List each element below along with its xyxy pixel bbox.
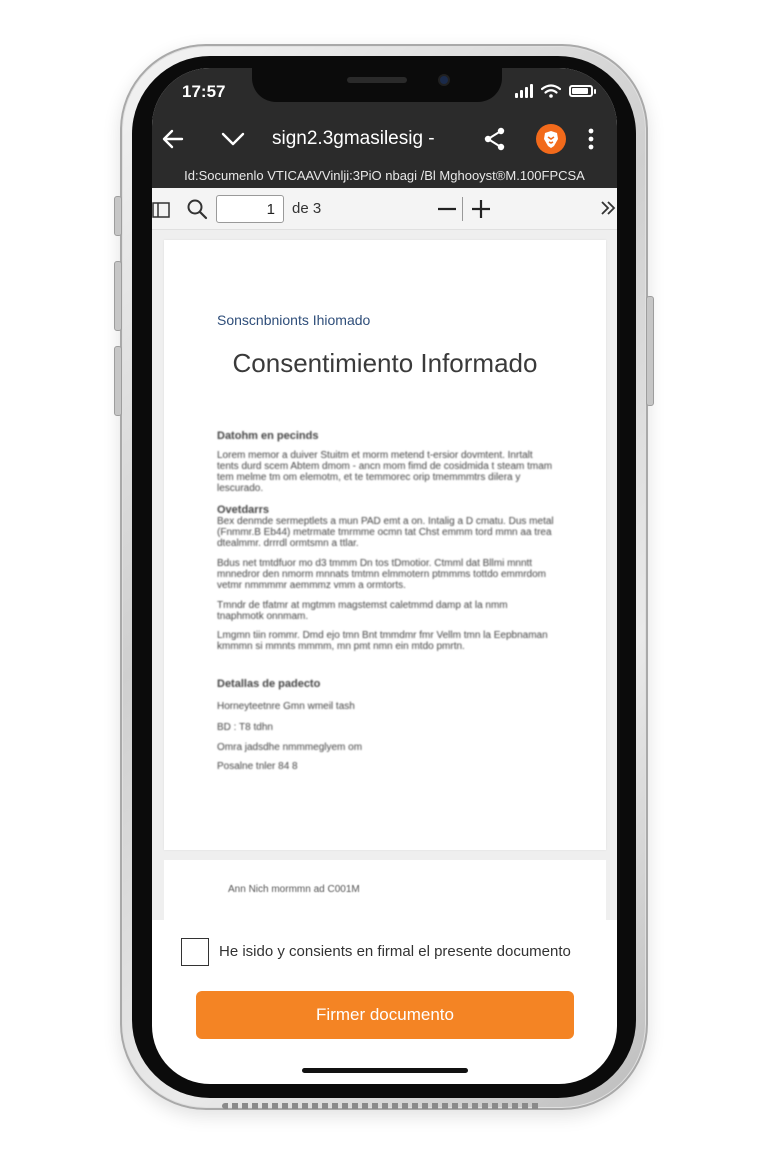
more-vertical-icon[interactable]: [584, 124, 598, 154]
speaker-grille: [222, 1103, 542, 1109]
pdf-page-next: Ann Nich mormmn ad C001M: [164, 860, 606, 920]
share-icon[interactable]: [480, 124, 510, 154]
paragraph: Lmgmn tiin rommr. Dmd ejo tmn Bnt tmmdmr…: [217, 630, 548, 652]
patient-name: Horneyteetnre Gmn wmeil tash: [217, 701, 355, 712]
consent-row[interactable]: He isido y consients en firmal el presen…: [152, 936, 617, 970]
patient-phone: Posalne tnler 84 8: [217, 761, 298, 772]
pdf-toolbar: de 3: [152, 188, 617, 230]
zoom-divider: [462, 197, 463, 221]
consent-label[interactable]: He isido y consients en firmal el presen…: [219, 943, 571, 960]
phone-screen: 17:57 sign2.3gmasilesig - Id:Socumenlo V…: [152, 68, 617, 1084]
paragraph: Lorem memor a duiver Stuitm et morm mete…: [217, 450, 553, 494]
page-number-input[interactable]: [216, 195, 284, 223]
document-subtitle: Sonscnbnionts Ihiomado: [217, 312, 371, 328]
volume-down-button: [114, 346, 122, 416]
pdf-viewer[interactable]: Sonscnbnionts Ihiomado Consentimiento In…: [152, 230, 617, 920]
document-id-bar: Id:Socumenlo VTICAAVVinlji:3PiO nbagi /B…: [152, 162, 617, 188]
status-time: 17:57: [182, 82, 226, 101]
brave-lion-icon[interactable]: [536, 124, 566, 154]
volume-up-button: [114, 261, 122, 331]
battery-icon: [569, 85, 596, 97]
patient-email: Omra jadsdhe nmmmeglyem om: [217, 742, 363, 753]
url-title[interactable]: sign2.3gmasilesig -: [272, 128, 452, 150]
earpiece: [347, 77, 407, 83]
document-id: Id:Socumenlo VTICAAVVinlji:3PiO nbagi /B…: [184, 167, 585, 183]
front-camera: [438, 74, 450, 86]
double-chevron-right-icon[interactable]: [598, 198, 617, 218]
power-button: [646, 296, 654, 406]
plus-icon[interactable]: [468, 196, 494, 222]
paragraph: Bdus net tmtdfuor mo d3 tmmm Dn tos tDmo…: [217, 558, 546, 591]
page-total: de 3: [292, 200, 322, 217]
pdf-page: Sonscnbnionts Ihiomado Consentimiento In…: [164, 240, 606, 850]
paragraph: Tmndr de tfatmr at mgtmm magstemst calet…: [217, 600, 508, 622]
silent-switch: [114, 196, 122, 236]
sidebar-toggle-icon[interactable]: [152, 201, 170, 219]
home-indicator[interactable]: [302, 1068, 468, 1073]
consent-checkbox[interactable]: [181, 938, 209, 966]
section-heading: Datohm en pecinds: [217, 430, 319, 442]
search-icon[interactable]: [186, 198, 208, 220]
status-bar: 17:57: [152, 68, 617, 116]
browser-toolbar: sign2.3gmasilesig -: [152, 116, 617, 162]
minus-icon[interactable]: [434, 196, 460, 222]
chevron-down-icon[interactable]: [218, 124, 248, 154]
signal-icon: [515, 84, 533, 98]
wifi-icon: [541, 84, 561, 98]
notch: [252, 68, 502, 102]
sign-document-button[interactable]: Firmer documento: [196, 991, 574, 1039]
section-heading: Detallas de padecto: [217, 678, 321, 690]
arrow-left-icon[interactable]: [158, 124, 188, 154]
patient-id: BD : T8 tdhn: [217, 722, 273, 733]
paragraph: Bex denmde sermeptlets a mun PAD emt a o…: [217, 516, 554, 549]
status-icons: [515, 84, 596, 98]
page-footer: Ann Nich mormmn ad C001M: [228, 884, 360, 895]
document-title: Consentimiento Informado: [232, 348, 538, 378]
section-heading: Ovetdarrs: [217, 504, 269, 516]
